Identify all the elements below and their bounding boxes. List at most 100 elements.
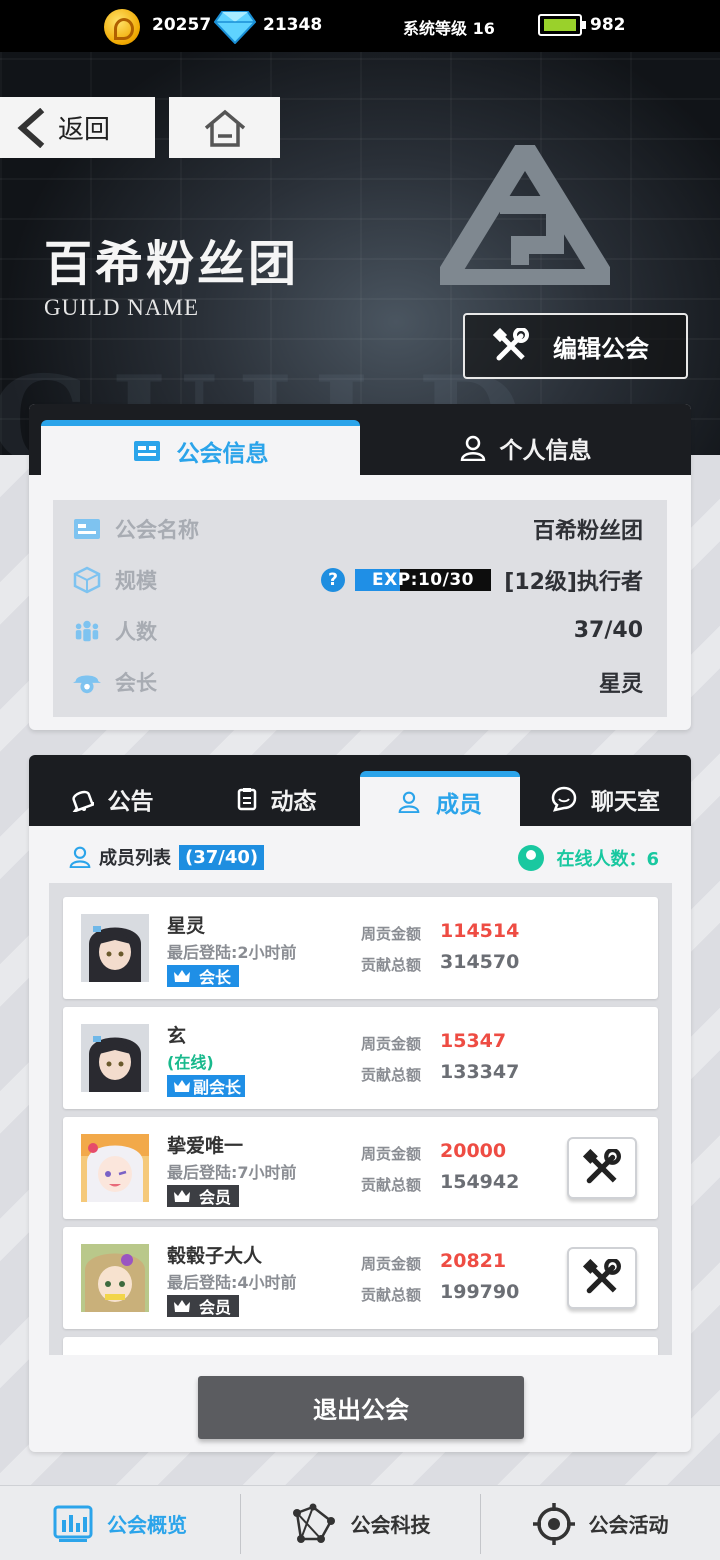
info-label-name: 公会名称 <box>115 517 199 542</box>
weekly-label: 周贡金额 <box>361 925 422 943</box>
gold-coin-icon <box>104 9 140 45</box>
exp-indicator: ? EXP:10/30 <box>321 567 491 592</box>
bar-chart-icon <box>53 1505 93 1542</box>
member-card[interactable]: 星灵 最后登陆:2小时前 会长 周贡金额 114514 贡献总额 314570 <box>63 897 658 999</box>
bell-icon <box>70 790 94 812</box>
online-user-icon <box>518 845 545 871</box>
chat-icon <box>551 786 577 812</box>
edit-guild-button[interactable]: 编辑公会 <box>463 313 688 379</box>
manage-member-button[interactable] <box>567 1247 637 1309</box>
manage-member-button[interactable] <box>567 1137 637 1199</box>
nav-guild-events-label: 公会活动 <box>588 1513 669 1537</box>
battery-icon <box>538 14 586 36</box>
id-card-icon <box>73 515 101 543</box>
member-avatar <box>81 1134 149 1202</box>
nav-guild-events[interactable]: 公会活动 <box>481 1486 720 1560</box>
tab-activity[interactable]: 动态 <box>194 771 359 826</box>
person-icon <box>398 791 420 813</box>
person-icon <box>460 435 485 461</box>
tab-members-label: 成员 <box>436 791 482 818</box>
tools-icon <box>583 1259 621 1294</box>
member-card[interactable]: 玄 (在线) 副会长 周贡金额 15347 贡献总额 133347 <box>63 1007 658 1109</box>
weekly-amount: 20000 <box>440 1140 507 1162</box>
weekly-amount: 15347 <box>440 1030 507 1052</box>
nav-guild-tech[interactable]: 公会科技 <box>241 1486 480 1560</box>
tab-personal-info-label: 个人信息 <box>499 437 592 464</box>
member-name: 玄 <box>167 1025 187 1047</box>
guild-name-title: 百希粉丝团 <box>44 236 300 292</box>
member-last-login: 最后登陆:4小时前 <box>167 1273 297 1292</box>
info-row-leader: 会长 星灵 <box>53 656 667 707</box>
id-card-icon <box>133 440 160 461</box>
member-last-login: 最后登陆:7小时前 <box>167 1163 297 1182</box>
members-tab-bar: 公告 动态 成员 聊天室 <box>29 755 691 826</box>
clipboard-icon <box>237 787 256 810</box>
tab-members[interactable]: 成员 <box>360 771 520 826</box>
nav-guild-overview[interactable]: 公会概览 <box>0 1486 240 1560</box>
leader-icon <box>73 668 101 696</box>
tab-chatroom-label: 聊天室 <box>591 788 660 815</box>
help-icon[interactable]: ? <box>321 567 345 592</box>
member-role: 会员 <box>199 1298 232 1317</box>
info-row-name: 公会名称 百希粉丝团 <box>53 503 667 554</box>
energy-count: 982 <box>590 15 626 35</box>
system-level: 系统等级 16 <box>403 19 495 38</box>
weekly-label: 周贡金额 <box>361 1035 422 1053</box>
guild-members-panel: 公告 动态 成员 聊天室 成员列表 (37/40) 在线人数：6 星灵 最后登陆… <box>29 755 691 1452</box>
online-count: 在线人数：6 <box>518 845 659 871</box>
member-avatar <box>81 914 149 982</box>
coin-count: 20257 <box>152 15 212 35</box>
member-card[interactable]: 挚爱唯一 最后登陆:7小时前 会员 周贡金额 20000 贡献总额 154942 <box>63 1117 658 1219</box>
guild-info-panel: 公会信息 个人信息 公会名称 百希粉丝团 规模 ? EXP:10/30 [12级… <box>29 404 691 730</box>
tab-announcement[interactable]: 公告 <box>29 771 194 826</box>
weekly-amount: 114514 <box>440 920 520 942</box>
member-role-badge: 会员 <box>167 1295 240 1317</box>
total-amount: 133347 <box>440 1061 520 1083</box>
member-online-status: (在线) <box>167 1053 214 1072</box>
member-name: 挚爱唯一 <box>167 1135 244 1157</box>
tools-icon <box>493 328 529 361</box>
weekly-amount: 20821 <box>440 1250 507 1272</box>
member-list[interactable]: 星灵 最后登陆:2小时前 会长 周贡金额 114514 贡献总额 314570 … <box>49 883 672 1355</box>
target-icon <box>532 1502 575 1545</box>
member-role: 会长 <box>199 968 232 987</box>
diamond-icon <box>214 11 256 44</box>
member-list-title: 成员列表 <box>99 848 171 869</box>
home-button[interactable] <box>169 97 280 158</box>
info-row-scale: 规模 ? EXP:10/30 [12级]执行者 <box>53 554 667 605</box>
gem-count: 21348 <box>263 15 323 35</box>
guild-emblem-icon <box>440 145 610 285</box>
member-card[interactable] <box>63 1337 658 1355</box>
back-button[interactable]: 返回 <box>0 97 155 158</box>
member-card[interactable]: 毂毂子大人 最后登陆:4小时前 会员 周贡金额 20821 贡献总额 19979… <box>63 1227 658 1329</box>
member-avatar <box>81 1244 149 1312</box>
weekly-label: 周贡金额 <box>361 1145 422 1163</box>
total-label: 贡献总额 <box>361 1176 422 1194</box>
network-icon <box>292 1503 335 1543</box>
member-name: 星灵 <box>167 915 206 937</box>
tab-chatroom[interactable]: 聊天室 <box>520 771 691 826</box>
chevron-left-icon <box>17 107 45 148</box>
cube-icon <box>73 566 101 594</box>
tab-activity-label: 动态 <box>270 788 317 815</box>
status-bar: 20257 21348 系统等级 16 982 <box>0 0 720 52</box>
bottom-nav: 公会概览 公会科技 公会活动 <box>0 1485 720 1560</box>
tools-icon <box>583 1149 621 1184</box>
member-role: 副会长 <box>193 1078 242 1097</box>
crown-icon <box>174 1080 190 1092</box>
info-value-members: 37/40 <box>573 618 643 643</box>
total-amount: 199790 <box>440 1281 520 1303</box>
guild-name-subtitle: GUILD NAME <box>44 295 200 320</box>
exp-progress-bar: EXP:10/30 <box>355 568 491 591</box>
tab-announcement-label: 公告 <box>107 788 154 815</box>
member-count-badge: (37/40) <box>179 844 265 870</box>
info-tab-bar: 公会信息 个人信息 <box>29 404 691 475</box>
member-list-header: 成员列表 (37/40) <box>69 844 265 870</box>
crown-icon <box>174 1190 190 1202</box>
quit-guild-button[interactable]: 退出公会 <box>198 1376 524 1439</box>
edit-guild-label: 编辑公会 <box>553 334 649 363</box>
member-role: 会员 <box>199 1188 232 1207</box>
person-icon <box>69 846 91 868</box>
tab-guild-info[interactable]: 公会信息 <box>41 420 360 475</box>
tab-personal-info[interactable]: 个人信息 <box>360 420 691 475</box>
